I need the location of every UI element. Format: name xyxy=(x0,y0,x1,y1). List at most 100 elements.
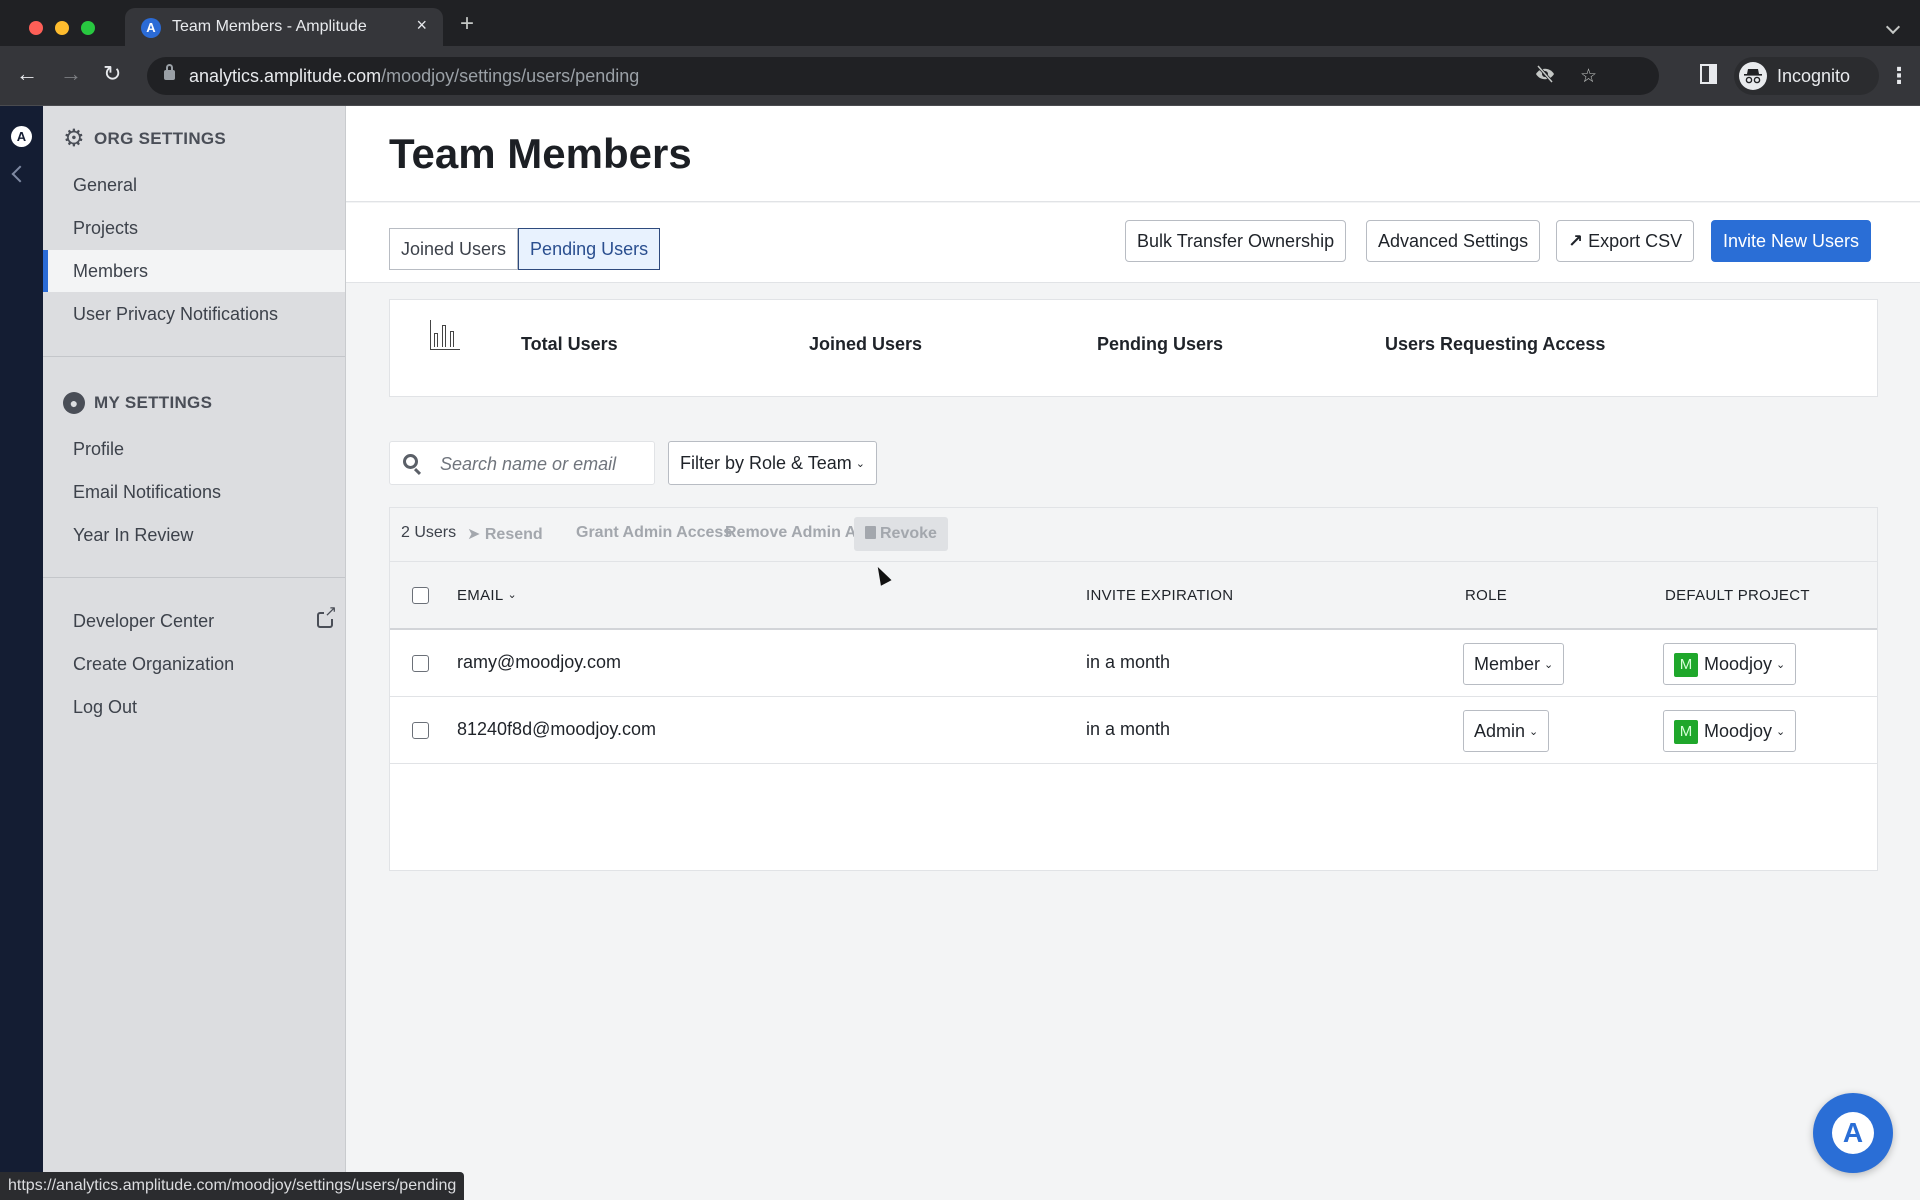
address-bar[interactable]: analytics.amplitude.com/moodjoy/settings… xyxy=(147,57,1659,95)
sidebar-item-label: Year In Review xyxy=(73,525,194,545)
browser-tab-bar: A Team Members - Amplitude × + xyxy=(0,0,1920,46)
search-input[interactable] xyxy=(440,452,645,476)
bookmark-star-icon[interactable]: ☆ xyxy=(1580,65,1597,88)
new-tab-button[interactable]: + xyxy=(460,12,474,36)
row-expiration: in a month xyxy=(1086,652,1171,672)
filter-label: Filter by Role & Team xyxy=(680,453,852,473)
user-circle-icon: ● xyxy=(63,392,85,414)
chevron-down-icon: ⌄ xyxy=(1776,659,1786,671)
sidebar-item-label: Create Organization xyxy=(73,654,235,674)
table-header: EMAIL ⌄ INVITE EXPIRATION ROLE DEFAULT PR… xyxy=(390,562,1877,630)
grant-admin-access-button[interactable]: Grant Admin Access xyxy=(576,524,732,542)
sidebar-item-label: User Privacy Notifications xyxy=(73,304,279,324)
incognito-profile-button[interactable]: Incognito xyxy=(1734,57,1879,95)
page-header: Team Members xyxy=(346,106,1920,202)
stat-total-users: Total Users xyxy=(521,334,618,354)
sidebar-item-user-privacy-notifications[interactable]: User Privacy Notifications xyxy=(43,293,345,335)
default-project-dropdown[interactable]: M Moodjoy ⌄ xyxy=(1663,643,1797,685)
chevron-down-icon: ⌄ xyxy=(855,458,865,470)
default-project-dropdown[interactable]: M Moodjoy ⌄ xyxy=(1663,710,1797,752)
sidebar-item-projects[interactable]: Projects xyxy=(43,207,345,249)
role-dropdown[interactable]: Admin ⌄ xyxy=(1463,710,1550,752)
sidebar-divider xyxy=(43,356,345,357)
search-icon xyxy=(403,454,418,469)
sidebar-divider xyxy=(43,577,345,578)
row-checkbox[interactable] xyxy=(412,722,429,739)
window-maximize-button[interactable] xyxy=(81,21,95,35)
url-text[interactable]: analytics.amplitude.com/moodjoy/settings… xyxy=(189,66,639,87)
sidebar-item-label: Developer Center xyxy=(73,611,215,631)
project-value: Moodjoy xyxy=(1704,721,1773,741)
back-button[interactable]: ← xyxy=(16,62,38,86)
column-email[interactable]: EMAIL ⌄ xyxy=(457,587,517,604)
collapse-chevron-icon[interactable] xyxy=(11,165,29,183)
chevron-down-icon: ⌄ xyxy=(1529,726,1539,738)
invite-new-users-button[interactable]: Invite New Users xyxy=(1711,220,1872,262)
user-count: 2 Users xyxy=(401,524,457,541)
filter-role-team-dropdown[interactable]: Filter by Role & Team ⌄ xyxy=(668,441,877,485)
stat-users-requesting-access: Users Requesting Access xyxy=(1385,334,1606,354)
row-expiration: in a month xyxy=(1086,719,1171,739)
resend-button[interactable]: ➤ Resend xyxy=(467,524,543,544)
window-minimize-button[interactable] xyxy=(55,21,69,35)
table-row: 81240f8d@moodjoy.com in a month Admin ⌄ M… xyxy=(390,698,1877,764)
pending-users-table: 2 Users ➤ Resend Grant Admin Access Remo… xyxy=(389,507,1878,871)
sidebar-item-label: Members xyxy=(73,261,149,281)
export-csv-button[interactable]: ↗ Export CSV xyxy=(1556,220,1695,262)
sidebar-item-profile[interactable]: Profile xyxy=(43,428,345,470)
browser-menu-icon[interactable]: ⋮ xyxy=(1888,61,1910,91)
tab-search-chevron-icon[interactable] xyxy=(1885,19,1901,35)
tab-joined-users[interactable]: Joined Users xyxy=(389,228,519,270)
window-close-button[interactable] xyxy=(29,21,43,35)
select-all-checkbox[interactable] xyxy=(412,587,429,604)
column-default-project: DEFAULT PROJECT xyxy=(1665,587,1810,604)
revoke-label: Revoke xyxy=(880,525,937,542)
link-status-bubble: https://analytics.amplitude.com/moodjoy/… xyxy=(0,1172,465,1200)
sidebar-item-label: Profile xyxy=(73,439,125,459)
tab-close-icon[interactable]: × xyxy=(416,15,427,36)
project-badge: M xyxy=(1674,720,1698,744)
sidebar-item-create-organization[interactable]: Create Organization xyxy=(43,643,345,685)
eye-off-icon[interactable] xyxy=(1535,65,1555,89)
incognito-label: Incognito xyxy=(1777,66,1851,86)
my-settings-title: MY SETTINGS xyxy=(94,393,213,412)
lock-icon[interactable] xyxy=(164,64,175,80)
sidebar-item-year-in-review[interactable]: Year In Review xyxy=(43,514,345,556)
sidebar-item-developer-center[interactable]: Developer Center xyxy=(43,600,345,642)
org-settings-title: ORG SETTINGS xyxy=(94,129,227,148)
revoke-button[interactable]: Revoke xyxy=(854,517,948,551)
settings-sidebar: ⚙ ORG SETTINGS General Projects Members … xyxy=(43,106,346,1200)
forward-button[interactable]: → xyxy=(60,62,82,86)
row-checkbox[interactable] xyxy=(412,655,429,672)
amplitude-help-button[interactable]: A xyxy=(1813,1093,1893,1173)
amplitude-logo-icon: A xyxy=(1832,1112,1874,1154)
project-badge: M xyxy=(1674,653,1698,677)
sidebar-item-members[interactable]: Members xyxy=(43,250,345,292)
stat-pending-users: Pending Users xyxy=(1097,334,1224,354)
sidebar-item-email-notifications[interactable]: Email Notifications xyxy=(43,471,345,513)
gear-icon: ⚙ xyxy=(63,125,85,152)
advanced-settings-button[interactable]: Advanced Settings xyxy=(1366,220,1541,262)
org-settings-header: ⚙ ORG SETTINGS xyxy=(63,125,227,152)
project-value: Moodjoy xyxy=(1704,654,1773,674)
sidebar-item-label: General xyxy=(73,175,138,195)
sidebar-item-general[interactable]: General xyxy=(43,164,345,206)
role-dropdown[interactable]: Member ⌄ xyxy=(1463,643,1565,685)
bulk-actions-bar: 2 Users ➤ Resend Grant Admin Access Remo… xyxy=(390,508,1877,562)
browser-tab[interactable]: A Team Members - Amplitude × xyxy=(125,8,443,46)
chevron-down-icon: ⌄ xyxy=(1544,659,1554,671)
side-panel-icon[interactable] xyxy=(1700,64,1717,84)
amplitude-logo-icon[interactable]: A xyxy=(11,126,32,147)
tab-pending-users[interactable]: Pending Users xyxy=(518,228,661,270)
table-row: ramy@moodjoy.com in a month Member ⌄ M Moo… xyxy=(390,631,1877,697)
user-stats-card: Total Users Joined Users Pending Users U… xyxy=(389,299,1878,397)
reload-button[interactable]: ↻ xyxy=(103,62,121,86)
bulk-transfer-ownership-button[interactable]: Bulk Transfer Ownership xyxy=(1125,220,1347,262)
resend-label: Resend xyxy=(484,526,543,543)
my-settings-header: ● MY SETTINGS xyxy=(63,392,212,414)
row-email: 81240f8d@moodjoy.com xyxy=(457,719,657,739)
main-content: Team Members Joined Users Pending Users … xyxy=(346,106,1920,1200)
sidebar-item-log-out[interactable]: Log Out xyxy=(43,686,345,728)
browser-toolbar: ← → ↻ analytics.amplitude.com/moodjoy/se… xyxy=(0,46,1920,106)
role-value: Admin xyxy=(1474,721,1526,741)
